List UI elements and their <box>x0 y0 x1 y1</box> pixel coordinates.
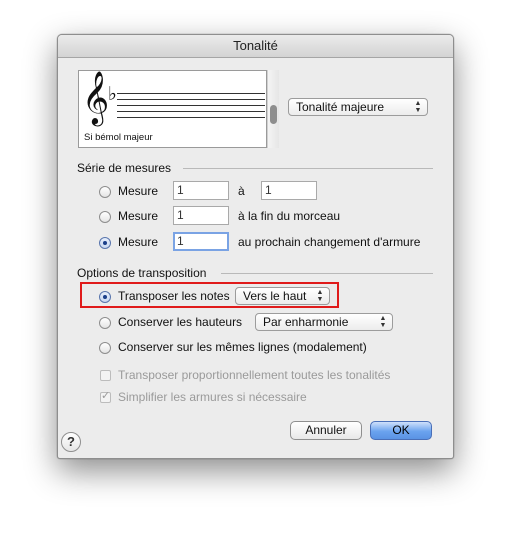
mode-popup[interactable]: Tonalité majeure ▲ ▼ <box>288 98 428 116</box>
keep-pitches-label: Conserver les hauteurs <box>118 315 243 329</box>
popup-arrows-icon: ▲ ▼ <box>379 315 387 329</box>
separator <box>221 273 433 274</box>
direction-popup[interactable]: Vers le haut ▲ ▼ <box>235 287 330 305</box>
transposition-heading: Options de transposition <box>77 266 207 280</box>
preview-scrollbar[interactable] <box>267 70 279 148</box>
help-button[interactable]: ? <box>61 432 81 452</box>
transpose-all-keys-checkbox[interactable] <box>100 370 111 381</box>
transpose-all-keys-label: Transposer proportionnellement toutes le… <box>118 368 391 382</box>
cancel-button[interactable]: Annuler <box>290 421 362 440</box>
next-key-change-label: au prochain changement d'armure <box>238 235 421 249</box>
measure-from-field[interactable]: 1 <box>173 181 229 200</box>
enharmonic-popup-value: Par enharmonie <box>263 315 349 329</box>
measure-from-field[interactable]: 1 <box>173 206 229 225</box>
measure-to-field[interactable]: 1 <box>261 181 317 200</box>
to-end-label: à la fin du morceau <box>238 209 341 223</box>
keep-pitches-radio[interactable] <box>99 317 111 329</box>
measure-label: Mesure <box>118 184 159 198</box>
measures-heading: Série de mesures <box>77 161 172 175</box>
key-caption: Si bémol majeur <box>84 132 153 143</box>
staff-line <box>117 111 265 112</box>
simplify-key-label: Simplifier les armures si nécessaire <box>118 390 307 404</box>
staff-line <box>117 105 265 106</box>
measure-to-next-key-radio[interactable] <box>99 237 111 249</box>
measure-range-radio[interactable] <box>99 186 111 198</box>
dialog-title: Tonalité <box>58 35 453 58</box>
separator <box>183 168 433 169</box>
tonalite-dialog: Tonalité 𝄞 ♭ Si bémol majeur Tonalité ma… <box>57 34 454 459</box>
keep-lines-radio[interactable] <box>99 342 111 354</box>
popup-arrows-icon: ▲ ▼ <box>316 289 324 303</box>
measure-label: Mesure <box>118 209 159 223</box>
staff-line <box>117 117 265 118</box>
checkmark-icon: ✓ <box>101 390 111 402</box>
staff-line <box>117 99 265 100</box>
transpose-notes-label: Transposer les notes <box>118 289 230 303</box>
measure-to-end-radio[interactable] <box>99 211 111 223</box>
direction-popup-value: Vers le haut <box>243 289 307 303</box>
enharmonic-popup[interactable]: Par enharmonie ▲ ▼ <box>255 313 393 331</box>
mode-popup-value: Tonalité majeure <box>296 100 385 114</box>
staff-line <box>117 93 265 94</box>
ok-button[interactable]: OK <box>370 421 432 440</box>
keep-lines-label: Conserver sur les mêmes lignes (modaleme… <box>118 340 367 354</box>
preview-scroll-thumb[interactable] <box>270 105 277 124</box>
treble-clef-icon: 𝄞 <box>82 70 110 124</box>
to-label: à <box>238 184 245 198</box>
key-signature-preview: 𝄞 ♭ Si bémol majeur <box>78 70 267 148</box>
flat-icon: ♭ <box>108 83 117 105</box>
measure-from-field-focused[interactable]: 1 <box>173 232 229 251</box>
transpose-notes-radio[interactable] <box>99 291 111 303</box>
popup-arrows-icon: ▲ ▼ <box>414 100 422 114</box>
measure-label: Mesure <box>118 235 159 249</box>
simplify-key-checkbox[interactable]: ✓ <box>100 390 111 403</box>
